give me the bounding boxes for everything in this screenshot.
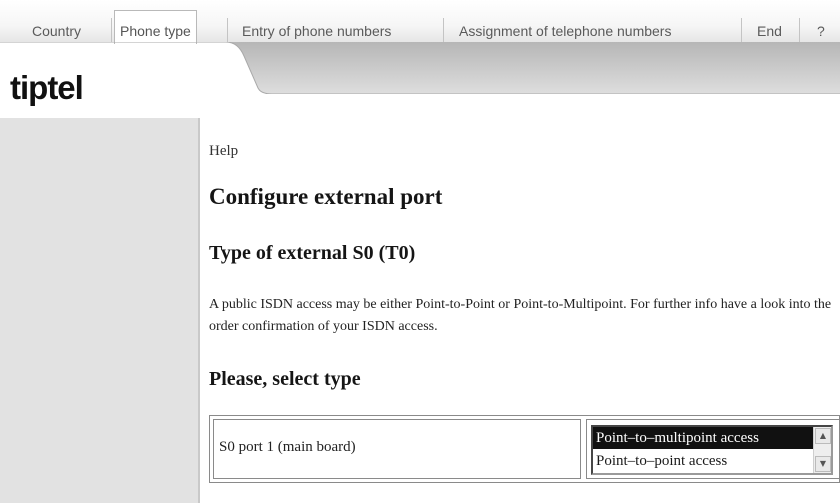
port-label-cell: S0 port 1 (main board) [213,419,581,479]
option-point-to-multipoint[interactable]: Point–to–multipoint access [593,427,813,449]
scroll-down-arrow-icon[interactable]: ▼ [815,456,831,472]
option-point-to-point[interactable]: Point–to–point access [593,450,813,472]
help-link[interactable]: Help [209,143,238,160]
header-band-shape [0,42,840,94]
page-title: Configure external port [209,184,443,209]
port-select-cell: Point–to–multipoint access Point–to–poin… [586,419,840,479]
tab-assignment-of-telephone-numbers[interactable]: Assignment of telephone numbers [459,20,671,42]
tab-end[interactable]: End [757,20,782,42]
tab-separator [799,18,800,42]
table-row: S0 port 1 (main board) Point–to–multipoi… [213,419,840,479]
tab-separator [227,18,228,42]
listbox-scrollbar[interactable]: ▲ ▼ [813,427,831,473]
port-type-table: S0 port 1 (main board) Point–to–multipoi… [209,415,840,483]
tiptel-logo: tiptel [10,69,84,106]
port-type-listbox[interactable]: Point–to–multipoint access Point–to–poin… [591,425,833,475]
scroll-up-arrow-icon[interactable]: ▲ [815,428,831,444]
section-title: Type of external S0 (T0) [209,242,416,264]
tab-country[interactable]: Country [32,20,81,42]
tab-help-question[interactable]: ? [817,20,825,42]
select-type-heading: Please, select type [209,368,361,390]
tab-separator [741,18,742,42]
wizard-tab-bar: Country Phone type Entry of phone number… [0,0,840,44]
tab-separator [111,18,112,42]
port-label: S0 port 1 (main board) [219,439,356,455]
main-content: Help Configure external port Type of ext… [200,118,840,503]
tab-phone-type[interactable]: Phone type [114,10,197,44]
tab-separator [443,18,444,42]
header-band [0,42,840,94]
tab-entry-of-phone-numbers[interactable]: Entry of phone numbers [242,20,391,42]
description-text: A public ISDN access may be either Point… [209,297,832,334]
left-sidebar [0,118,198,503]
